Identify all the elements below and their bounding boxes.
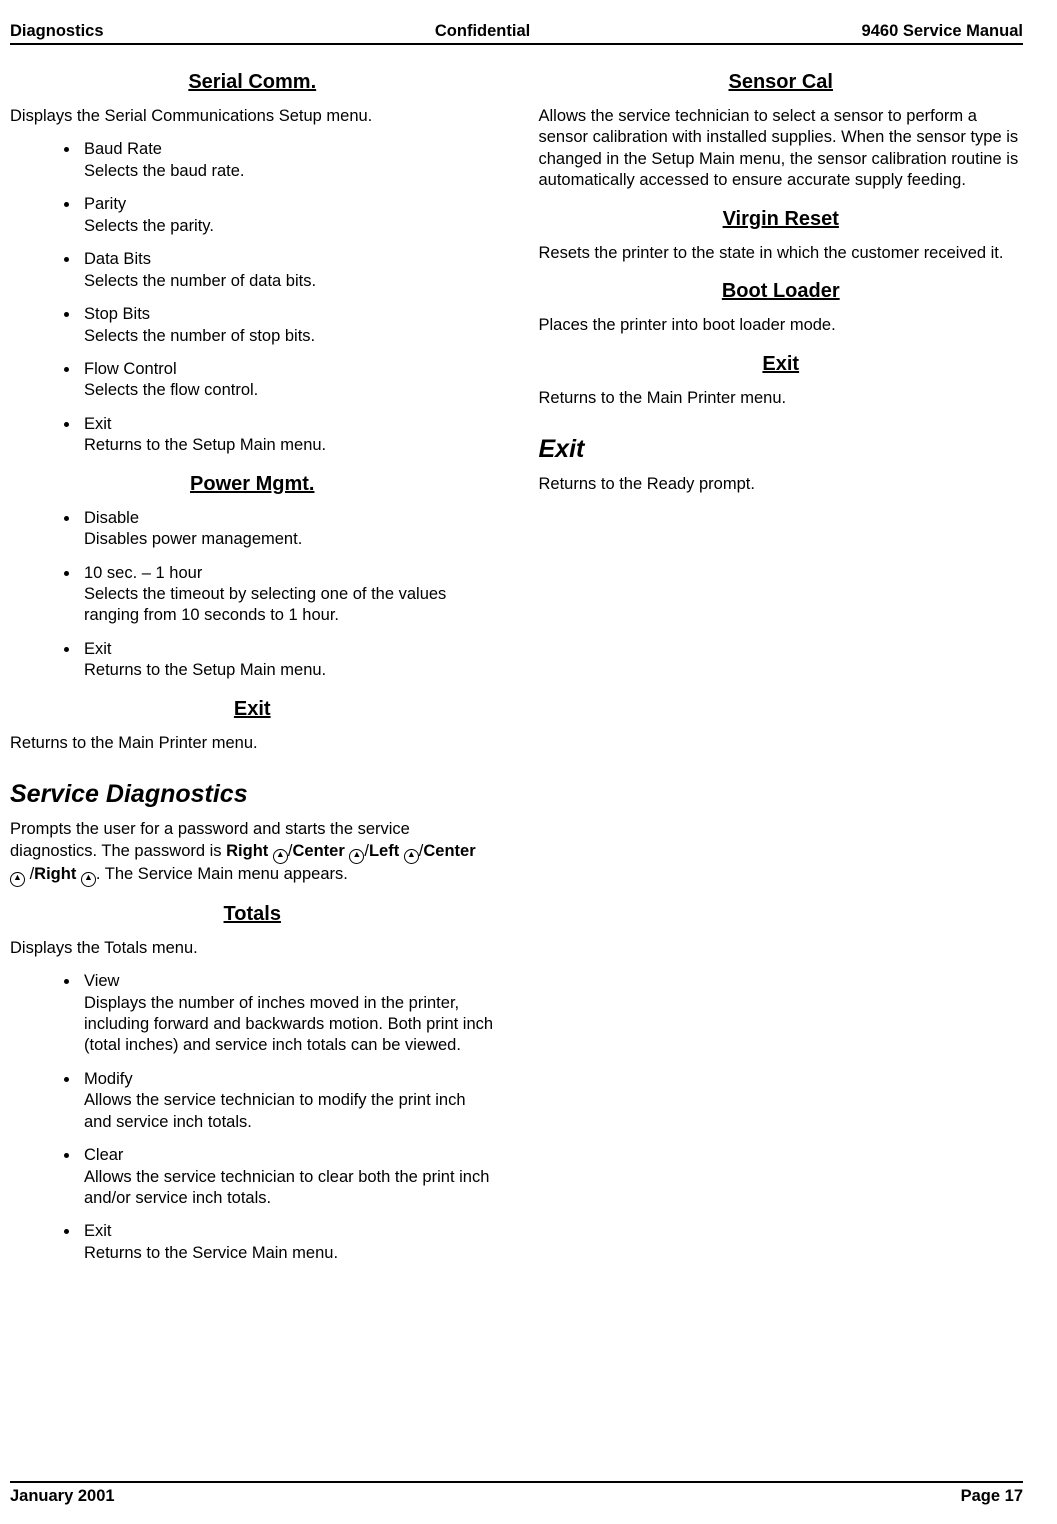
virgin-text: Resets the printer to the state in which… bbox=[539, 243, 1024, 264]
list-item: ExitReturns to the Setup Main menu. bbox=[80, 639, 495, 682]
item-title: Flow Control bbox=[84, 359, 495, 380]
heading-boot-loader: Boot Loader bbox=[539, 280, 1024, 303]
item-title: 10 sec. – 1 hour bbox=[84, 563, 495, 584]
item-title: Baud Rate bbox=[84, 139, 495, 160]
list-item: Exit Returns to the Service Main menu. bbox=[80, 1221, 495, 1264]
item-desc: Returns to the Setup Main menu. bbox=[84, 661, 326, 679]
list-item: ModifyAllows the service technician to m… bbox=[80, 1069, 495, 1133]
totals-list: ViewDisplays the number of inches moved … bbox=[10, 971, 495, 1264]
heading-power-mgmt: Power Mgmt. bbox=[10, 473, 495, 496]
item-desc: Selects the timeout by selecting one of … bbox=[84, 585, 446, 624]
list-item: Data Bits Selects the number of data bits… bbox=[80, 249, 495, 292]
list-item: Stop Bits Selects the number of stop bits… bbox=[80, 304, 495, 347]
feed-button-icon bbox=[404, 849, 419, 864]
boot-text: Places the printer into boot loader mode… bbox=[539, 315, 1024, 336]
header-center: Confidential bbox=[435, 22, 530, 41]
serial-intro: Displays the Serial Communications Setup… bbox=[10, 106, 495, 127]
svc-p1b: . The Service Main menu appears. bbox=[96, 865, 348, 883]
left-column: Serial Comm. Displays the Serial Communi… bbox=[10, 55, 495, 1276]
item-title: Disable bbox=[84, 508, 495, 529]
heading-service-diagnostics: Service Diagnostics bbox=[10, 780, 495, 809]
list-item: Parity Selects the parity. bbox=[80, 194, 495, 237]
sensor-text: Allows the service technician to select … bbox=[539, 106, 1024, 192]
feed-button-icon bbox=[349, 849, 364, 864]
list-item: Flow ControlSelects the flow control. bbox=[80, 359, 495, 402]
item-desc: Allows the service technician to modify … bbox=[84, 1091, 466, 1130]
heading-totals: Totals bbox=[10, 903, 495, 926]
item-title: Parity bbox=[84, 194, 495, 215]
item-title: Exit bbox=[84, 1221, 495, 1242]
header-left: Diagnostics bbox=[10, 22, 104, 41]
item-title: Data Bits bbox=[84, 249, 495, 270]
list-item: ViewDisplays the number of inches moved … bbox=[80, 971, 495, 1057]
feed-button-icon bbox=[81, 872, 96, 887]
list-item: ClearAllows the service technician to cl… bbox=[80, 1145, 495, 1209]
item-desc: Selects the baud rate. bbox=[84, 162, 245, 180]
totals-intro: Displays the Totals menu. bbox=[10, 938, 495, 959]
item-title: Clear bbox=[84, 1145, 495, 1166]
header-bar: Diagnostics Confidential 9460 Service Ma… bbox=[10, 22, 1023, 45]
right-column: Sensor Cal Allows the service technician… bbox=[539, 55, 1024, 1276]
item-title: Modify bbox=[84, 1069, 495, 1090]
item-desc: Selects the number of data bits. bbox=[84, 272, 316, 290]
feed-button-icon bbox=[10, 872, 25, 887]
list-item: Baud Rate Selects the baud rate. bbox=[80, 139, 495, 182]
list-item: ExitReturns to the Setup Main menu. bbox=[80, 414, 495, 457]
svc-center2: Center bbox=[423, 842, 475, 860]
content-columns: Serial Comm. Displays the Serial Communi… bbox=[10, 55, 1023, 1276]
svc-right2: Right bbox=[34, 865, 76, 883]
item-title: Exit bbox=[84, 639, 495, 660]
item-desc: Displays the number of inches moved in t… bbox=[84, 994, 493, 1055]
heading-exit-3: Exit bbox=[539, 435, 1024, 464]
heading-virgin-reset: Virgin Reset bbox=[539, 208, 1024, 231]
service-diagnostics-text: Prompts the user for a password and star… bbox=[10, 819, 495, 886]
svc-center1: Center bbox=[292, 842, 344, 860]
item-title: Stop Bits bbox=[84, 304, 495, 325]
exit1-text: Returns to the Main Printer menu. bbox=[10, 733, 495, 754]
list-item: DisableDisables power management. bbox=[80, 508, 495, 551]
heading-exit-2: Exit bbox=[539, 353, 1024, 376]
header-right: 9460 Service Manual bbox=[862, 22, 1023, 41]
power-list: DisableDisables power management. 10 sec… bbox=[10, 508, 495, 682]
item-desc: Returns to the Service Main menu. bbox=[84, 1244, 338, 1262]
item-title: Exit bbox=[84, 414, 495, 435]
heading-exit-1: Exit bbox=[10, 698, 495, 721]
svc-right1: Right bbox=[226, 842, 268, 860]
page: Diagnostics Confidential 9460 Service Ma… bbox=[0, 0, 1057, 1524]
feed-button-icon bbox=[273, 849, 288, 864]
svc-left1: Left bbox=[369, 842, 399, 860]
exit2-text: Returns to the Main Printer menu. bbox=[539, 388, 1024, 409]
item-desc: Selects the flow control. bbox=[84, 381, 258, 399]
serial-list: Baud Rate Selects the baud rate. Parity Se… bbox=[10, 139, 495, 456]
footer-right: Page 17 bbox=[961, 1487, 1023, 1506]
item-desc: Allows the service technician to clear b… bbox=[84, 1168, 489, 1207]
item-desc: Returns to the Setup Main menu. bbox=[84, 436, 326, 454]
heading-sensor-cal: Sensor Cal bbox=[539, 71, 1024, 94]
item-desc: Selects the number of stop bits. bbox=[84, 327, 315, 345]
footer-bar: January 2001 Page 17 bbox=[10, 1481, 1023, 1506]
exit3-text: Returns to the Ready prompt. bbox=[539, 474, 1024, 495]
item-desc: Selects the parity. bbox=[84, 217, 214, 235]
list-item: 10 sec. – 1 hourSelects the timeout by s… bbox=[80, 563, 495, 627]
footer-left: January 2001 bbox=[10, 1487, 115, 1506]
item-title: View bbox=[84, 971, 495, 992]
heading-serial-comm: Serial Comm. bbox=[10, 71, 495, 94]
item-desc: Disables power management. bbox=[84, 530, 302, 548]
